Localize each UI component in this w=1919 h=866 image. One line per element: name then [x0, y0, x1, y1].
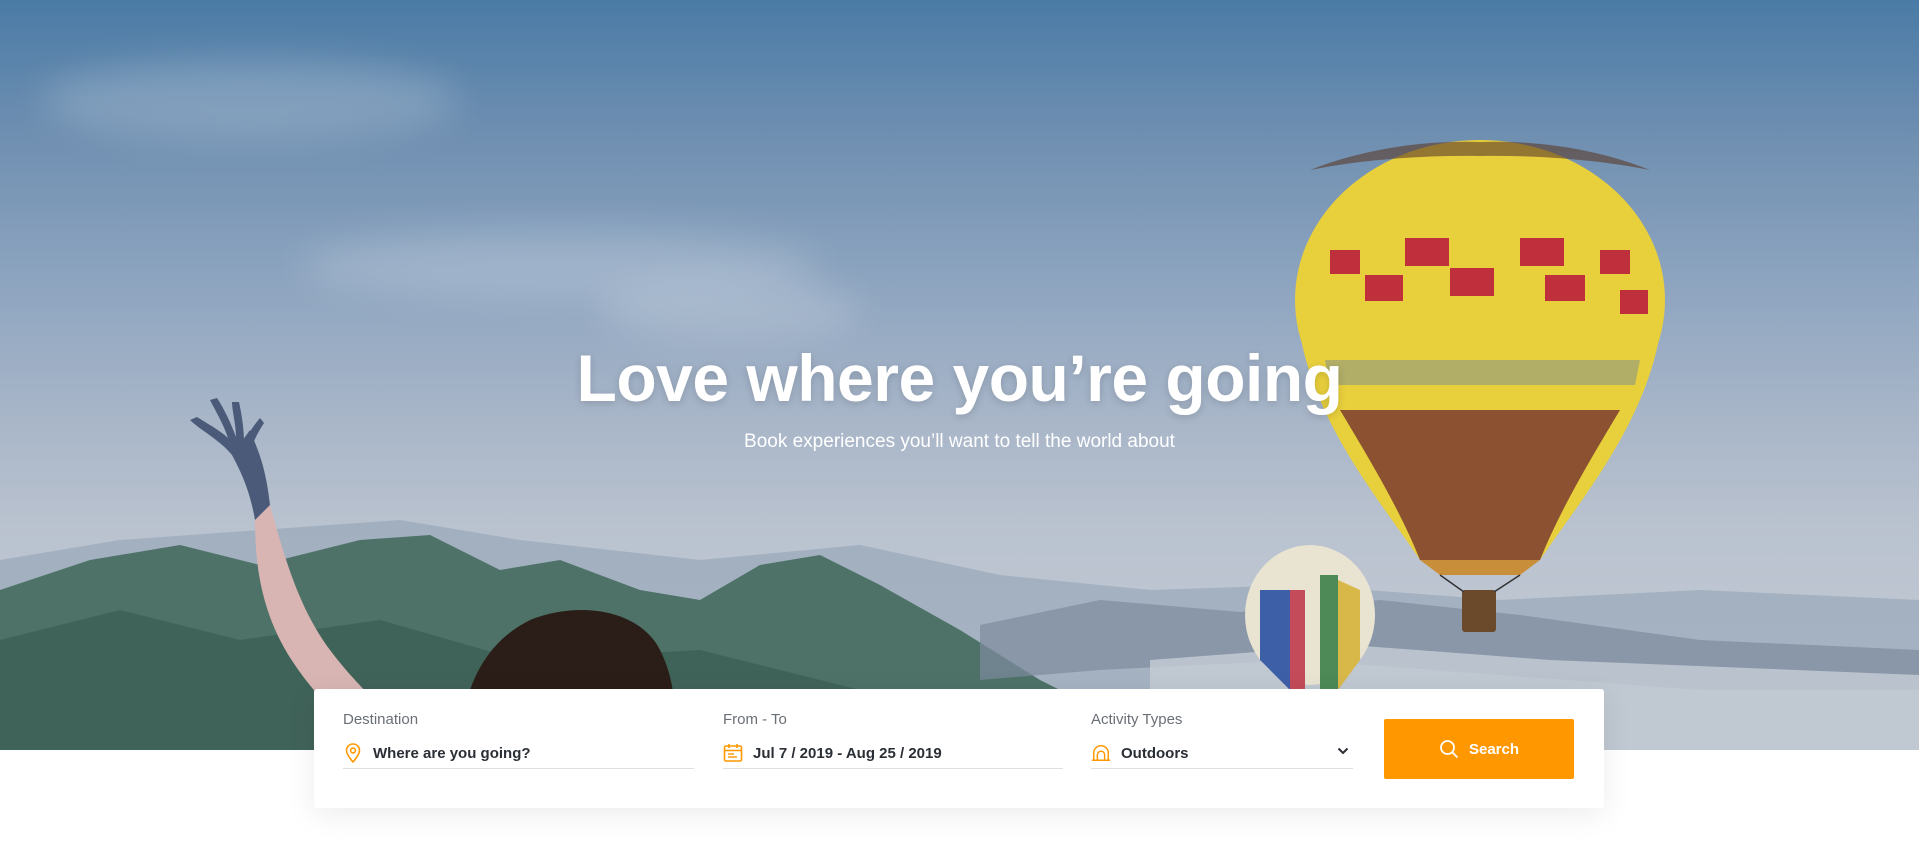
hero-banner: Love where you’re going Book experiences…	[0, 0, 1919, 750]
hero-subtitle: Book experiences you’ll want to tell the…	[744, 431, 1175, 452]
search-button[interactable]: Search	[1384, 719, 1574, 779]
date-range-label: From - To	[723, 711, 787, 728]
hero-title: Love where you’re going	[576, 341, 1343, 415]
search-button-label: Search	[1468, 740, 1520, 758]
destination-input[interactable]: Where are you going?	[373, 745, 531, 762]
activity-type-field[interactable]: Activity Types Outdoors	[1091, 711, 1353, 769]
date-range-field[interactable]: From - To Jul 7 / 2019 - Aug 25 / 2019	[723, 711, 1063, 769]
activity-type-label: Activity Types	[1091, 711, 1183, 728]
tent-icon	[1091, 742, 1111, 764]
destination-field[interactable]: Destination Where are you going?	[343, 711, 694, 769]
search-card: Destination Where are you going? From - …	[314, 689, 1604, 808]
calendar-icon	[723, 742, 743, 764]
search-icon	[1439, 739, 1459, 759]
map-pin-icon	[343, 742, 363, 764]
activity-type-select[interactable]: Outdoors	[1121, 745, 1189, 762]
destination-label: Destination	[343, 711, 419, 728]
date-range-input[interactable]: Jul 7 / 2019 - Aug 25 / 2019	[753, 745, 942, 762]
chevron-down-icon[interactable]	[1335, 743, 1351, 759]
